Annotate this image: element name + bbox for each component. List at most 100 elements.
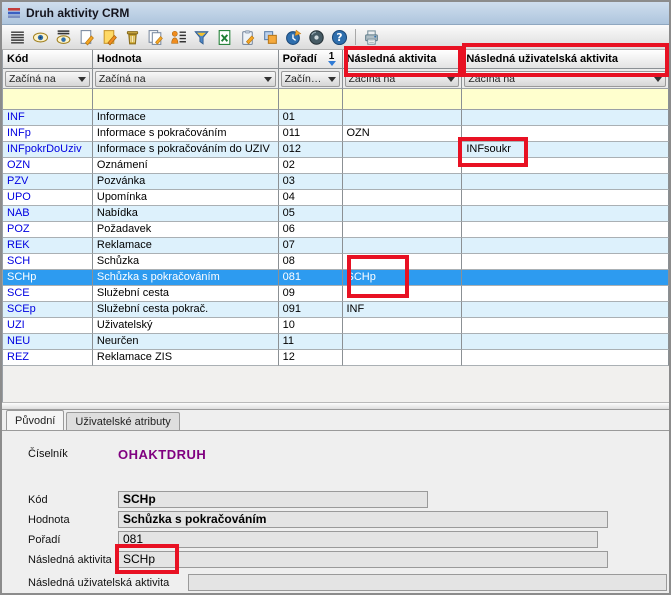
data-disc-icon[interactable] [305, 27, 327, 48]
cell-naslednauziv-aktivita[interactable] [462, 174, 669, 190]
cell-hodnota[interactable]: Pozvánka [93, 174, 279, 190]
cell-poradi[interactable]: 09 [279, 286, 343, 302]
notes-icon[interactable] [236, 27, 258, 48]
cell-hodnota[interactable]: Schůzka [93, 254, 279, 270]
cell-kod[interactable]: OZN [3, 158, 93, 174]
filter-input-poradi[interactable] [279, 89, 343, 110]
cell-poradi[interactable]: 04 [279, 190, 343, 206]
cell-poradi[interactable]: 12 [279, 350, 343, 366]
cell-kod[interactable]: UZI [3, 318, 93, 334]
filter-input-nasledna[interactable] [343, 89, 463, 110]
filter-input-hodnota[interactable] [93, 89, 279, 110]
cell-naslednauziv-aktivita[interactable] [462, 334, 669, 350]
table-row[interactable]: SCE Služební cesta 09 [3, 286, 669, 302]
table-row[interactable]: SCH Schůzka 08 [3, 254, 669, 270]
cell-nasledna-aktivita[interactable]: SCHp [343, 270, 463, 286]
print-icon[interactable] [360, 27, 382, 48]
cell-hodnota[interactable]: Služební cesta pokrač. [93, 302, 279, 318]
table-row[interactable]: UZI Uživatelský 10 [3, 318, 669, 334]
cell-hodnota[interactable]: Informace s pokračováním [93, 126, 279, 142]
cell-kod[interactable]: INFp [3, 126, 93, 142]
cell-poradi[interactable]: 01 [279, 110, 343, 126]
cell-poradi[interactable]: 091 [279, 302, 343, 318]
filter-dropdown-naslednauziv[interactable]: Začíná na [464, 71, 666, 87]
table-row[interactable]: NAB Nabídka 05 [3, 206, 669, 222]
table-row[interactable]: INF Informace 01 [3, 110, 669, 126]
cell-nasledna-aktivita[interactable] [343, 190, 463, 206]
cell-hodnota[interactable]: Služební cesta [93, 286, 279, 302]
table-row[interactable]: UPO Upomínka 04 [3, 190, 669, 206]
filter-dropdown-hodnota[interactable]: Začíná na [95, 71, 276, 87]
cell-hodnota[interactable]: Uživatelský [93, 318, 279, 334]
export-excel-icon[interactable] [213, 27, 235, 48]
filter-input-naslednauziv[interactable] [462, 89, 669, 110]
cell-hodnota[interactable]: Informace [93, 110, 279, 126]
cell-hodnota[interactable]: Reklamace [93, 238, 279, 254]
cell-kod[interactable]: UPO [3, 190, 93, 206]
filter-dropdown-nasledna[interactable]: Začíná na [345, 71, 460, 87]
cell-naslednauziv-aktivita[interactable] [462, 270, 669, 286]
preview-with-header-icon[interactable] [52, 27, 74, 48]
cell-kod[interactable]: PZV [3, 174, 93, 190]
cell-kod[interactable]: REK [3, 238, 93, 254]
cell-naslednauziv-aktivita[interactable] [462, 238, 669, 254]
cell-nasledna-aktivita[interactable]: OZN [343, 126, 463, 142]
cell-hodnota[interactable]: Oznámení [93, 158, 279, 174]
tab-uzivatelske-atributy[interactable]: Uživatelské atributy [66, 412, 179, 430]
cell-naslednauziv-aktivita[interactable] [462, 222, 669, 238]
cell-nasledna-aktivita[interactable] [343, 174, 463, 190]
cell-hodnota[interactable]: Neurčen [93, 334, 279, 350]
tab-puvodni[interactable]: Původní [6, 410, 64, 430]
column-header-kod[interactable]: Kód [3, 50, 93, 69]
cell-hodnota[interactable]: Nabídka [93, 206, 279, 222]
cell-hodnota[interactable]: Informace s pokračováním do UZIV [93, 142, 279, 158]
cell-nasledna-aktivita[interactable] [343, 334, 463, 350]
cell-poradi[interactable]: 11 [279, 334, 343, 350]
cell-naslednauziv-aktivita[interactable] [462, 286, 669, 302]
history-clock-icon[interactable] [282, 27, 304, 48]
cell-hodnota[interactable]: Reklamace ZIS [93, 350, 279, 366]
delete-record-icon[interactable] [121, 27, 143, 48]
cell-kod[interactable]: SCEp [3, 302, 93, 318]
cell-naslednauziv-aktivita[interactable] [462, 190, 669, 206]
cell-nasledna-aktivita[interactable] [343, 206, 463, 222]
cell-kod[interactable]: REZ [3, 350, 93, 366]
cell-nasledna-aktivita[interactable] [343, 350, 463, 366]
cell-nasledna-aktivita[interactable]: INF [343, 302, 463, 318]
cell-nasledna-aktivita[interactable] [343, 254, 463, 270]
cell-nasledna-aktivita[interactable] [343, 286, 463, 302]
batch-edit-icon[interactable] [167, 27, 189, 48]
cell-nasledna-aktivita[interactable] [343, 222, 463, 238]
cell-poradi[interactable]: 03 [279, 174, 343, 190]
cell-naslednauziv-aktivita[interactable] [462, 110, 669, 126]
cell-kod[interactable]: POZ [3, 222, 93, 238]
cell-nasledna-aktivita[interactable] [343, 110, 463, 126]
cell-naslednauziv-aktivita[interactable] [462, 302, 669, 318]
cell-poradi[interactable]: 081 [279, 270, 343, 286]
cell-kod[interactable]: SCE [3, 286, 93, 302]
cell-poradi[interactable]: 06 [279, 222, 343, 238]
cell-kod[interactable]: INFpokrDoUziv [3, 142, 93, 158]
copy-record-icon[interactable] [144, 27, 166, 48]
cell-nasledna-aktivita[interactable] [343, 142, 463, 158]
column-header-poradi[interactable]: Pořadí 1 [279, 50, 343, 69]
cell-kod[interactable]: NAB [3, 206, 93, 222]
table-row[interactable]: POZ Požadavek 06 [3, 222, 669, 238]
cell-poradi[interactable]: 10 [279, 318, 343, 334]
column-header-naslednauziv-aktivita[interactable]: Následná uživatelská aktivita [462, 50, 669, 69]
cell-naslednauziv-aktivita[interactable] [462, 158, 669, 174]
cell-kod[interactable]: INF [3, 110, 93, 126]
table-row[interactable]: REZ Reklamace ZIS 12 [3, 350, 669, 366]
cell-naslednauziv-aktivita[interactable] [462, 206, 669, 222]
preview-eye-icon[interactable] [29, 27, 51, 48]
cell-naslednauziv-aktivita[interactable] [462, 318, 669, 334]
edit-record-icon[interactable] [98, 27, 120, 48]
cell-nasledna-aktivita[interactable] [343, 238, 463, 254]
cell-kod[interactable]: SCHp [3, 270, 93, 286]
cell-naslednauziv-aktivita[interactable] [462, 350, 669, 366]
filter-dropdown-kod[interactable]: Začíná na [5, 71, 90, 87]
duplicate-icon[interactable] [259, 27, 281, 48]
cell-naslednauziv-aktivita[interactable] [462, 254, 669, 270]
list-view-icon[interactable] [6, 27, 28, 48]
column-header-hodnota[interactable]: Hodnota [93, 50, 279, 69]
